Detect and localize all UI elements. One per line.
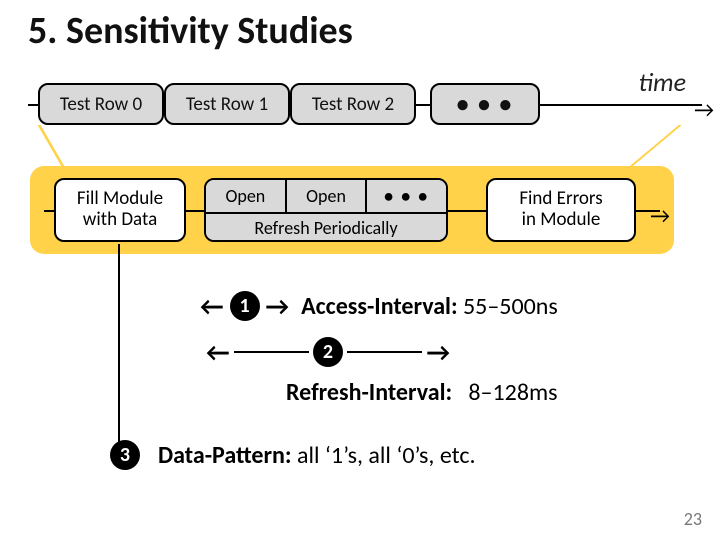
find-errors-box: Find Errors in Module	[486, 178, 636, 242]
open-cell-ellipsis: • • •	[367, 180, 446, 212]
bullet-2-icon: 2	[313, 337, 343, 367]
access-interval-value: 55–500ns	[463, 292, 558, 321]
fill-module-box: Fill Module with Data	[54, 178, 186, 242]
data-pattern-label: Data-Pattern:	[158, 441, 292, 470]
find-errors-line1: Find Errors	[519, 189, 602, 210]
test-row-box: Test Row 0	[38, 83, 164, 125]
find-errors-line2: in Module	[522, 210, 601, 231]
arrow-right-icon: →	[650, 202, 670, 229]
arrow-right-icon: →	[266, 290, 290, 322]
param-refresh-interval-span: ← 2 →	[206, 336, 450, 368]
open-refresh-box: Open Open • • • Refresh Periodically	[204, 178, 448, 242]
slide-title: 5. Sensitivity Studies	[28, 8, 353, 54]
open-cell: Open	[287, 180, 368, 212]
test-row-box: Test Row 2	[290, 83, 416, 125]
arrow-right-icon: →	[694, 96, 714, 123]
test-row-box: Test Row 1	[164, 83, 290, 125]
bullet-3-icon: 3	[110, 440, 140, 470]
param-access-interval: ← 1 → Access-Interval: 55–500ns	[200, 290, 558, 322]
fill-module-line2: with Data	[83, 210, 157, 231]
access-interval-label: Access-Interval:	[301, 292, 457, 321]
fill-module-line1: Fill Module	[77, 189, 163, 210]
arrow-left-icon: ←	[200, 290, 224, 322]
refresh-interval-value: 8–128ms	[468, 378, 557, 407]
time-axis-label: time	[639, 66, 686, 98]
bullet-1-icon: 1	[230, 291, 260, 321]
arrow-right-icon: →	[426, 336, 450, 368]
data-pattern-value: all ‘1’s, all ‘0’s, etc.	[297, 441, 476, 470]
arrow-left-icon: ←	[206, 336, 230, 368]
open-cell: Open	[206, 180, 287, 212]
param-data-pattern: 3 Data-Pattern: all ‘1’s, all ‘0’s, etc.	[104, 440, 476, 470]
refresh-periodically-label: Refresh Periodically	[206, 214, 446, 242]
test-row-ellipsis: • • •	[430, 83, 540, 125]
page-number: 23	[684, 508, 702, 530]
param-refresh-interval: Refresh-Interval: 8–128ms	[286, 378, 558, 407]
refresh-interval-label: Refresh-Interval:	[286, 378, 452, 407]
vertical-connector	[118, 244, 120, 452]
